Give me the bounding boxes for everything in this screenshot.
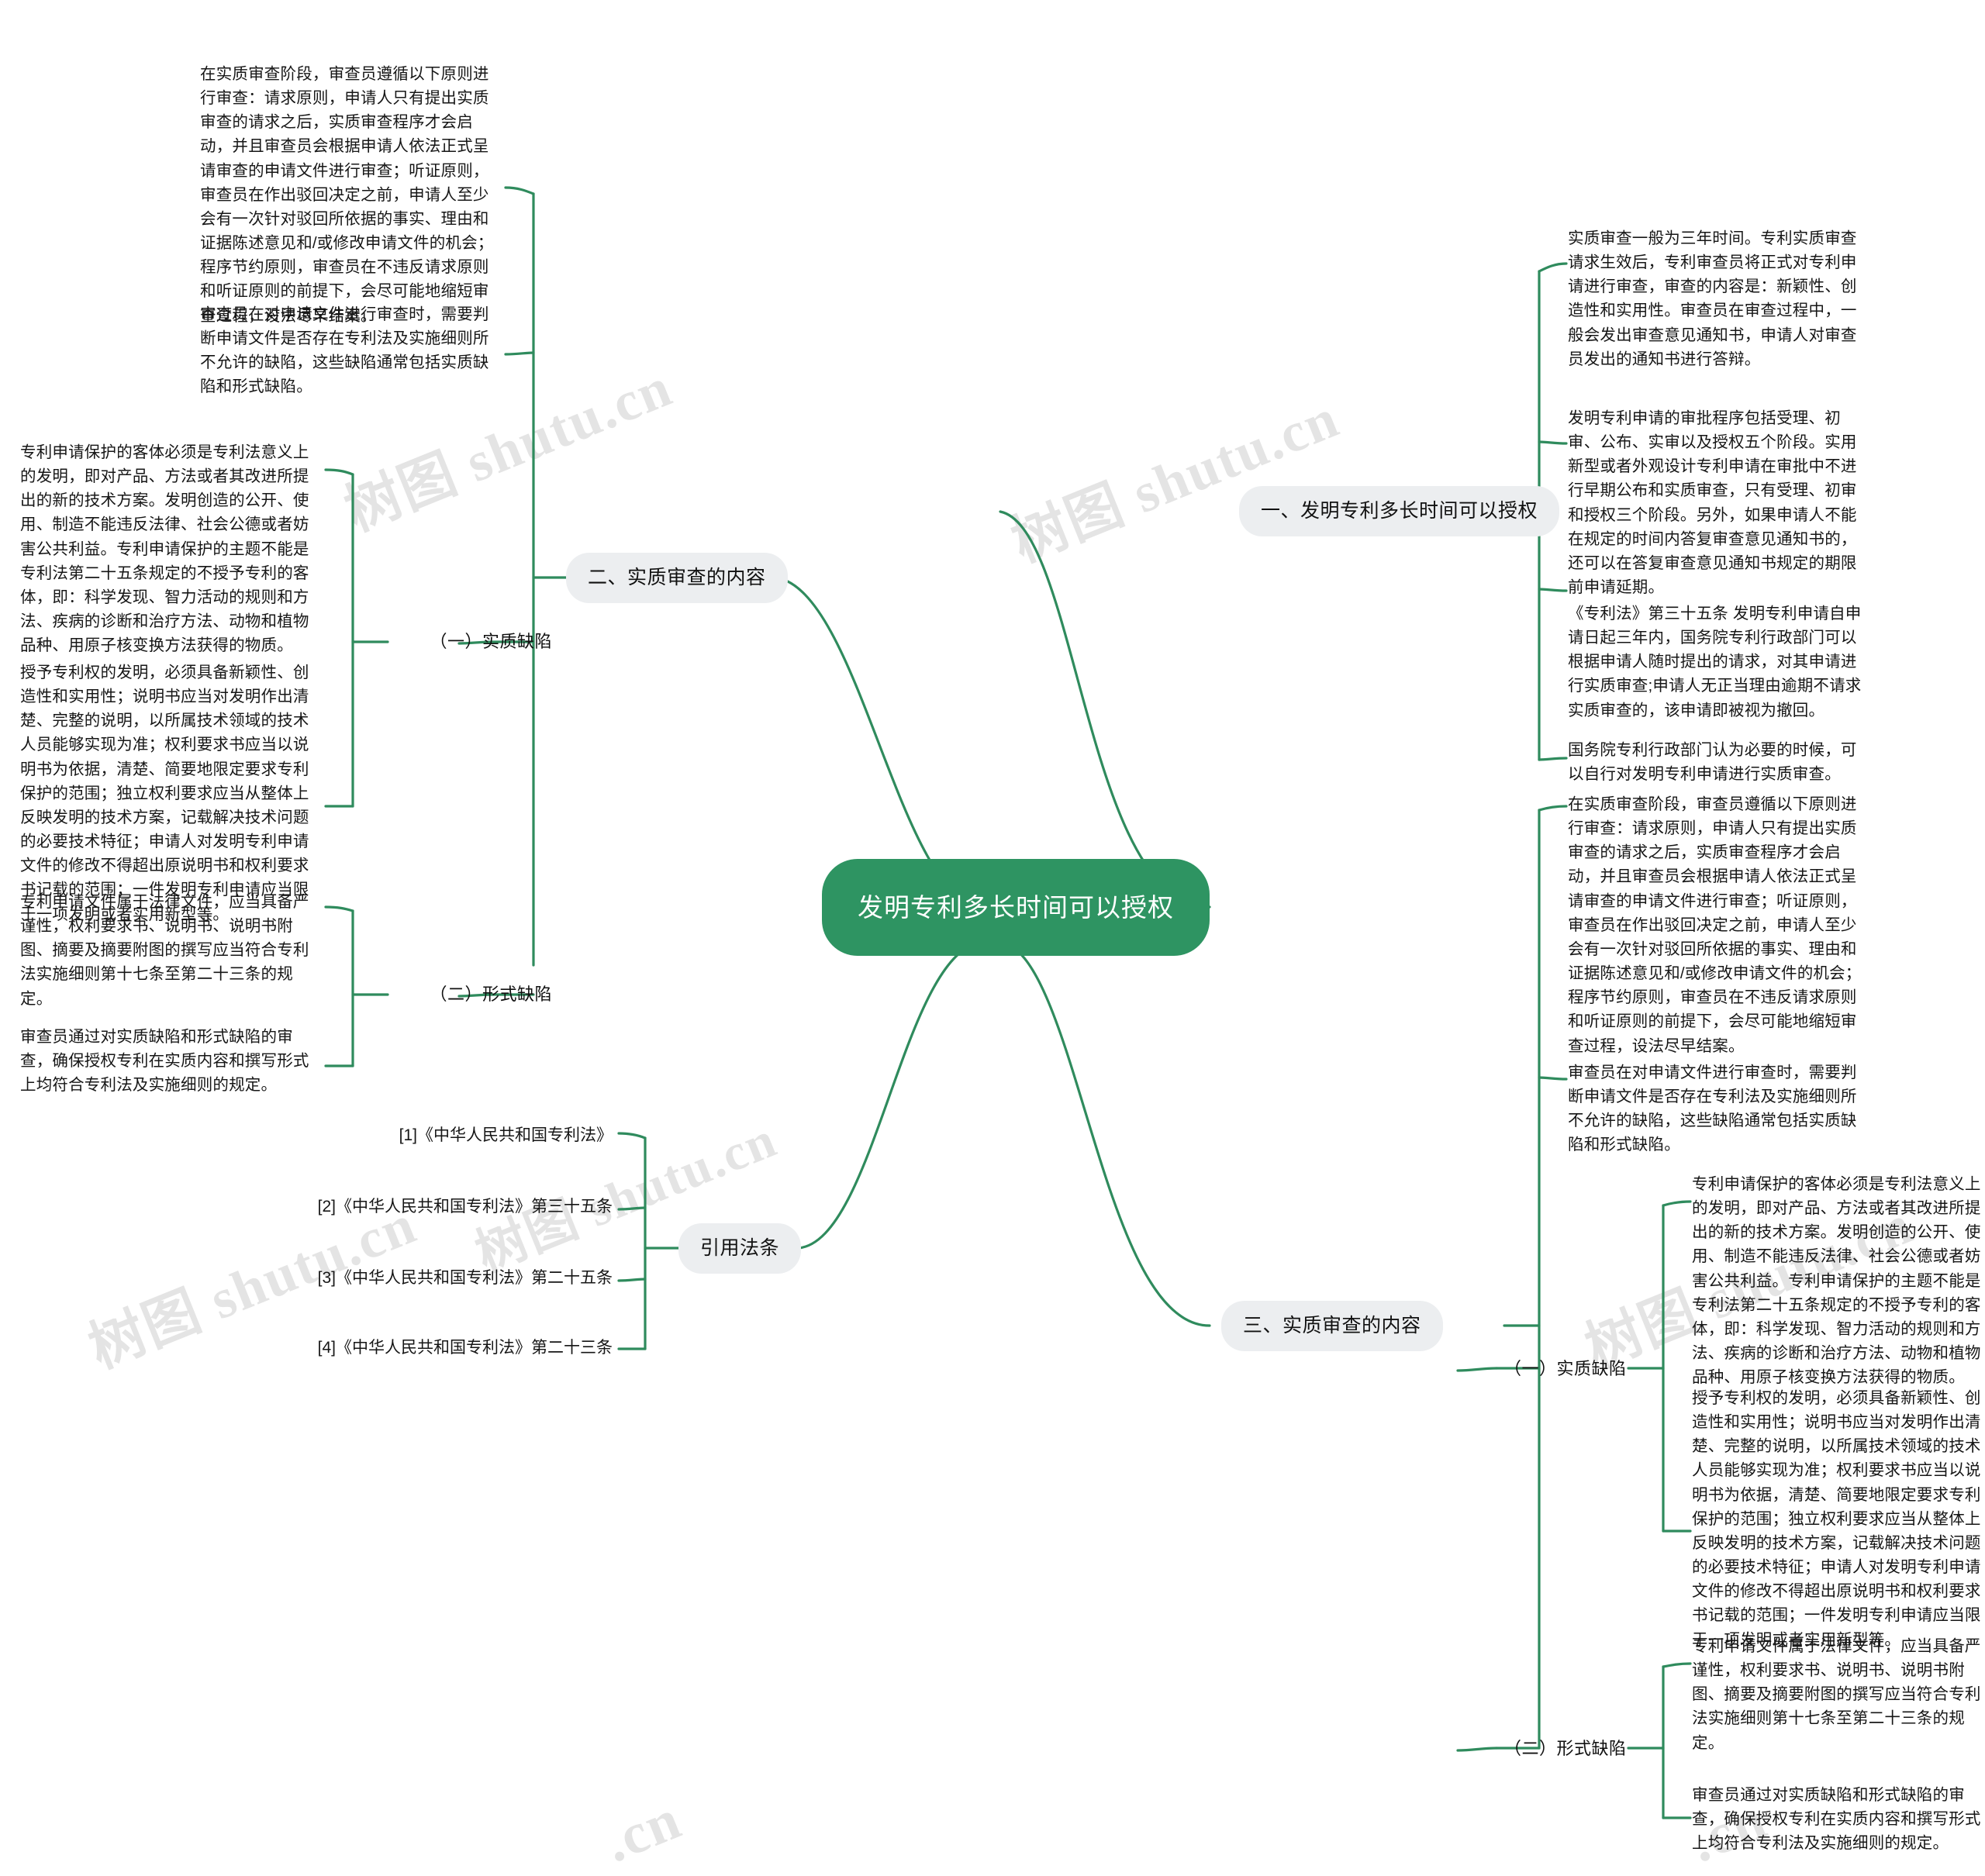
root-title: 发明专利多长时间可以授权	[858, 892, 1174, 922]
root-node[interactable]: 发明专利多长时间可以授权	[822, 859, 1210, 956]
leaf-text: 在实质审查阶段，审查员遵循以下原则进行审查：请求原则，申请人只有提出实质审查的请…	[200, 65, 494, 325]
leaf-right-xingshi-0[interactable]: 专利申请文件属于法律文件，应当具备严谨性，权利要求书、说明书、说明书附图、摘要及…	[1692, 1634, 1985, 1755]
leaf-text: 国务院专利行政部门认为必要的时候，可以自行对发明专利申请进行实质审查。	[1568, 741, 1857, 784]
citation-text: [3]《中华人民共和国专利法》第二十五条	[317, 1269, 613, 1287]
citation-item-3[interactable]: [3]《中华人民共和国专利法》第二十五条	[271, 1267, 613, 1289]
branch-label-right-bottom[interactable]: 三、实质审查的内容	[1221, 1301, 1443, 1351]
leaf-right-top-0[interactable]: 实质审查一般为三年时间。专利实质审查请求生效后，专利审查员将正式对专利申请进行审…	[1568, 226, 1872, 371]
branch-label-text: 引用法条	[700, 1237, 780, 1260]
leaf-text: 《专利法》第三十五条 发明专利申请自申请日起三年内，国务院专利行政部门可以根据申…	[1568, 605, 1862, 719]
leaf-right-xingshi-1[interactable]: 审查员通过对实质缺陷和形式缺陷的审查，确保授权专利在实质内容和撰写形式上均符合专…	[1692, 1783, 1985, 1855]
branch-label-left-top[interactable]: 二、实质审查的内容	[566, 553, 788, 603]
citation-text: [1]《中华人民共和国专利法》	[399, 1126, 613, 1144]
sub-branch-label-right-shizhi[interactable]: （一）实质缺陷	[1504, 1352, 1627, 1386]
watermark: .cn	[596, 1787, 691, 1875]
branch-label-right-top[interactable]: 一、发明专利多长时间可以授权	[1239, 486, 1560, 536]
branch-label-text: 三、实质审查的内容	[1243, 1315, 1421, 1337]
leaf-left-shizhi-0[interactable]: 专利申请保护的客体必须是专利法意义上的发明，即对产品、方法或者其改进所提出的新的…	[20, 440, 324, 657]
leaf-right-bottom-direct-0[interactable]: 在实质审查阶段，审查员遵循以下原则进行审查：请求原则，申请人只有提出实质审查的请…	[1568, 792, 1872, 1058]
leaf-text: 授予专利权的发明，必须具备新颖性、创造性和实用性；说明书应当对发明作出清楚、完整…	[20, 664, 309, 923]
leaf-text: 专利申请文件属于法律文件，应当具备严谨性，权利要求书、说明书、说明书附图、摘要及…	[1692, 1637, 1981, 1752]
citation-item-4[interactable]: [4]《中华人民共和国专利法》第二十三条	[271, 1336, 613, 1359]
leaf-text: 发明专利申请的审批程序包括受理、初审、公布、实审以及授权五个阶段。实用新型或者外…	[1568, 409, 1857, 597]
leaf-text: 授予专利权的发明，必须具备新颖性、创造性和实用性；说明书应当对发明作出清楚、完整…	[1692, 1389, 1981, 1649]
sub-branch-label-right-xingshi[interactable]: （二）形式缺陷	[1504, 1732, 1627, 1766]
citation-text: [2]《中华人民共和国专利法》第三十五条	[317, 1198, 613, 1216]
leaf-right-top-1[interactable]: 发明专利申请的审批程序包括受理、初审、公布、实审以及授权五个阶段。实用新型或者外…	[1568, 406, 1872, 599]
watermark: 树图 shutu.cn	[1003, 386, 1348, 574]
leaf-right-shizhi-0[interactable]: 专利申请保护的客体必须是专利法意义上的发明，即对产品、方法或者其改进所提出的新的…	[1692, 1172, 1985, 1389]
mindmap-canvas: 树图 shutu.cn 树图 shutu.cn 树图 shutu.cn 树图 s…	[0, 0, 1985, 1875]
citation-text: [4]《中华人民共和国专利法》第二十三条	[317, 1339, 613, 1357]
leaf-text: 审查员在对申请文件进行审查时，需要判断申请文件是否存在专利法及实施细则所不允许的…	[200, 305, 489, 396]
citation-item-2[interactable]: [2]《中华人民共和国专利法》第三十五条	[271, 1195, 613, 1218]
leaf-text: 审查员通过对实质缺陷和形式缺陷的审查，确保授权专利在实质内容和撰写形式上均符合专…	[20, 1028, 309, 1095]
sub-branch-label-text: （二）形式缺陷	[430, 984, 552, 1004]
leaf-right-top-2[interactable]: 《专利法》第三十五条 发明专利申请自申请日起三年内，国务院专利行政部门可以根据申…	[1568, 602, 1872, 722]
leaf-left-top-direct-0[interactable]: 在实质审查阶段，审查员遵循以下原则进行审查：请求原则，申请人只有提出实质审查的请…	[200, 62, 504, 328]
leaf-text: 专利申请文件属于法律文件，应当具备严谨性，权利要求书、说明书、说明书附图、摘要及…	[20, 893, 309, 1008]
leaf-right-bottom-direct-1[interactable]: 审查员在对申请文件进行审查时，需要判断申请文件是否存在专利法及实施细则所不允许的…	[1568, 1060, 1872, 1157]
leaf-right-shizhi-1[interactable]: 授予专利权的发明，必须具备新颖性、创造性和实用性；说明书应当对发明作出清楚、完整…	[1692, 1386, 1985, 1652]
leaf-text: 专利申请保护的客体必须是专利法意义上的发明，即对产品、方法或者其改进所提出的新的…	[20, 443, 309, 655]
sub-branch-label-text: （二）形式缺陷	[1504, 1738, 1627, 1758]
leaf-left-top-direct-1[interactable]: 审查员在对申请文件进行审查时，需要判断申请文件是否存在专利法及实施细则所不允许的…	[200, 302, 504, 399]
sub-branch-label-left-xingshi[interactable]: （二）形式缺陷	[388, 978, 552, 1012]
citation-item-1[interactable]: [1]《中华人民共和国专利法》	[271, 1124, 613, 1147]
leaf-right-top-3[interactable]: 国务院专利行政部门认为必要的时候，可以自行对发明专利申请进行实质审查。	[1568, 738, 1872, 786]
branch-label-text: 一、发明专利多长时间可以授权	[1261, 500, 1538, 522]
branch-label-text: 二、实质审查的内容	[588, 567, 766, 589]
branch-label-citations[interactable]: 引用法条	[678, 1223, 802, 1274]
leaf-text: 实质审查一般为三年时间。专利实质审查请求生效后，专利审查员将正式对专利申请进行审…	[1568, 229, 1857, 368]
sub-branch-label-left-shizhi[interactable]: （一）实质缺陷	[388, 625, 552, 659]
leaf-left-shizhi-1[interactable]: 授予专利权的发明，必须具备新颖性、创造性和实用性；说明书应当对发明作出清楚、完整…	[20, 660, 324, 926]
leaf-text: 审查员通过对实质缺陷和形式缺陷的审查，确保授权专利在实质内容和撰写形式上均符合专…	[1692, 1786, 1981, 1853]
sub-branch-label-text: （一）实质缺陷	[1504, 1358, 1627, 1378]
leaf-left-xingshi-0[interactable]: 专利申请文件属于法律文件，应当具备严谨性，权利要求书、说明书、说明书附图、摘要及…	[20, 890, 324, 1011]
leaf-text: 审查员在对申请文件进行审查时，需要判断申请文件是否存在专利法及实施细则所不允许的…	[1568, 1064, 1857, 1154]
leaf-text: 专利申请保护的客体必须是专利法意义上的发明，即对产品、方法或者其改进所提出的新的…	[1692, 1175, 1981, 1387]
leaf-left-xingshi-1[interactable]: 审查员通过对实质缺陷和形式缺陷的审查，确保授权专利在实质内容和撰写形式上均符合专…	[20, 1025, 324, 1097]
leaf-text: 在实质审查阶段，审查员遵循以下原则进行审查：请求原则，申请人只有提出实质审查的请…	[1568, 795, 1862, 1055]
sub-branch-label-text: （一）实质缺陷	[430, 631, 552, 651]
